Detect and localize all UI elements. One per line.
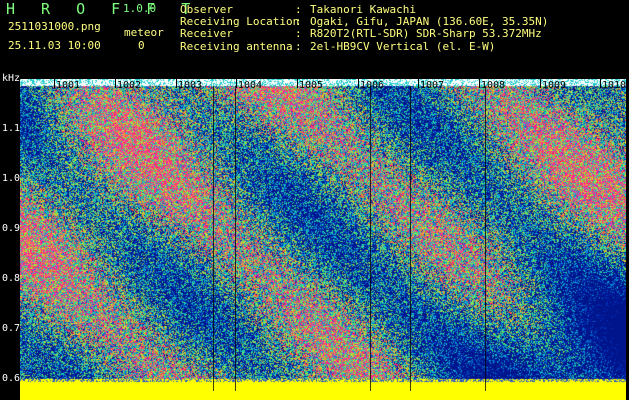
time-tick [115, 79, 116, 88]
spectrogram-canvas [20, 79, 626, 400]
y-tick-label: 0.6 [2, 373, 21, 384]
time-label: 1008 [481, 80, 506, 91]
info-label: Receiver [180, 27, 233, 41]
time-tick [54, 79, 55, 88]
time-tick [540, 79, 541, 88]
time-label: 1009 [542, 80, 567, 91]
time-tick [358, 79, 359, 88]
meteor-label: meteor [124, 26, 164, 39]
time-label: 1004 [238, 80, 263, 91]
time-tick [236, 79, 237, 88]
axis-unit-label: kHz [2, 73, 21, 84]
time-tick [600, 79, 601, 88]
time-tick [176, 79, 177, 88]
time-label: 1006 [360, 80, 385, 91]
info-label: Receiving antenna [180, 39, 293, 53]
file-name: 2511031000.png [8, 20, 101, 33]
app-title: H R O F F T [6, 0, 199, 18]
time-label: 1001 [56, 80, 81, 91]
y-tick-label: 1.1 [2, 123, 21, 134]
interference-line [213, 86, 214, 391]
time-label: 1005 [299, 80, 324, 91]
info-colon: : [295, 27, 302, 41]
info-value: 2el-HB9CV Vertical (el. E-W) [310, 39, 496, 53]
y-tick-label: 1.0 [2, 173, 21, 184]
time-tick [479, 79, 480, 88]
time-label: 1002 [117, 80, 142, 91]
time-tick [418, 79, 419, 88]
interference-line [485, 86, 486, 391]
time-label: 1010 [602, 80, 627, 91]
y-tick-label: 0.8 [2, 273, 21, 284]
time-tick [297, 79, 298, 88]
spectrogram: 1001 1002 1003 1004 1005 1006 1007 1008 … [20, 79, 626, 400]
time-label: 1007 [420, 80, 445, 91]
meteor-count: 0 [138, 39, 145, 52]
interference-line [410, 86, 411, 391]
interference-line [370, 86, 371, 391]
y-tick-label: 0.9 [2, 223, 21, 234]
interference-line [235, 86, 236, 391]
info-value: R820T2(RTL-SDR) SDR-Sharp 53.372MHz [310, 27, 542, 41]
timestamp: 25.11.03 10:00 [8, 39, 101, 52]
time-label: 1003 [178, 80, 203, 91]
app-version: 1.0.0 [123, 2, 157, 15]
y-tick-label: 0.7 [2, 323, 21, 334]
info-colon: : [295, 39, 302, 53]
